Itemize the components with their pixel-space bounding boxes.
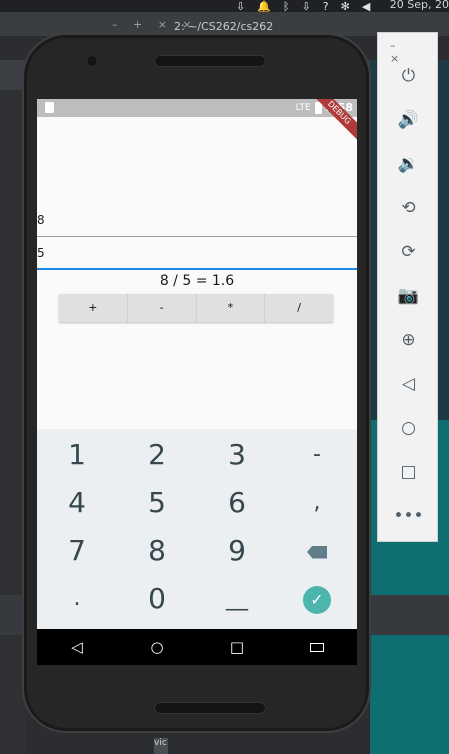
ide-title-path: 2: ~/CS262/cs262: [174, 20, 274, 33]
first-number-field[interactable]: 8: [37, 211, 357, 237]
key-period[interactable]: .: [37, 575, 117, 623]
volume-icon[interactable]: ◀: [362, 0, 370, 13]
front-camera: [86, 55, 98, 67]
multiply-button[interactable]: *: [197, 294, 266, 322]
nav-recent-icon[interactable]: □: [197, 629, 277, 665]
key-1[interactable]: 1: [37, 431, 117, 479]
key-5[interactable]: 5: [117, 479, 197, 527]
key-done[interactable]: ✓: [277, 575, 357, 623]
help-icon[interactable]: ?: [323, 0, 329, 13]
subtract-button[interactable]: -: [128, 294, 197, 322]
result-text: 8 / 5 = 1.6: [159, 273, 235, 289]
key-space[interactable]: __: [197, 575, 277, 623]
key-3[interactable]: 3: [197, 431, 277, 479]
second-number-value: 5: [37, 246, 45, 260]
nav-back-icon[interactable]: ◁: [37, 629, 117, 665]
android-navigation-bar: ◁ ○ □: [37, 629, 357, 665]
backspace-icon: [307, 545, 327, 559]
phone-screen: LTE 3:58 DEBUG 8 5 8 / 5 = 1.6 + - * / 1…: [37, 99, 357, 665]
rotate-right-icon[interactable]: ⟳: [378, 237, 439, 267]
keyboard-row-2: 4 5 6 ,: [37, 479, 357, 527]
gear-icon[interactable]: ✻: [341, 0, 350, 13]
bell-icon[interactable]: 🔔: [257, 0, 271, 13]
desktop-top-bar: ⇩ 🔔 ᛒ ⇩ ? ✻ ◀ 20 Sep, 20: [0, 0, 449, 13]
rotate-left-icon[interactable]: ⟲: [378, 193, 439, 223]
home-icon[interactable]: ○: [378, 413, 439, 443]
operator-button-bar: + - * /: [59, 294, 333, 322]
volume-down-icon[interactable]: 🔉: [378, 149, 439, 179]
first-number-value: 8: [37, 213, 45, 227]
key-2[interactable]: 2: [117, 431, 197, 479]
second-number-field[interactable]: 5: [37, 243, 357, 270]
key-minus[interactable]: -: [277, 431, 357, 479]
checkmark-icon: ✓: [303, 586, 331, 614]
overview-icon[interactable]: □: [378, 457, 439, 487]
numeric-keyboard: 1 2 3 - 4 5 6 , 7 8 9 . 0 __ ✓: [37, 429, 357, 629]
key-9[interactable]: 9: [197, 527, 277, 575]
key-comma[interactable]: ,: [277, 479, 357, 527]
tray-icons: ⇩ 🔔 ᛒ ⇩ ? ✻ ◀: [236, 0, 370, 13]
top-speaker: [154, 55, 266, 67]
download-icon[interactable]: ⇩: [302, 0, 311, 13]
more-icon[interactable]: •••: [378, 501, 439, 531]
sd-card-icon: [45, 102, 54, 113]
back-icon[interactable]: ◁: [378, 369, 439, 399]
key-backspace[interactable]: [277, 527, 357, 575]
keyboard-row-1: 1 2 3 -: [37, 431, 357, 479]
volume-up-icon[interactable]: 🔊: [378, 105, 439, 135]
key-0[interactable]: 0: [117, 575, 197, 623]
signal-icon: LTE: [295, 102, 311, 113]
divide-button[interactable]: /: [265, 294, 333, 322]
keyboard-row-4: . 0 __ ✓: [37, 575, 357, 623]
key-8[interactable]: 8: [117, 527, 197, 575]
android-status-bar: LTE 3:58: [37, 99, 357, 117]
keyboard-switch-icon[interactable]: [277, 629, 357, 665]
zoom-icon[interactable]: ⊕: [378, 325, 439, 355]
add-button[interactable]: +: [59, 294, 128, 322]
nav-home-icon[interactable]: ○: [117, 629, 197, 665]
download-icon[interactable]: ⇩: [236, 0, 245, 13]
ide-vertical-tab[interactable]: vic: [154, 738, 168, 754]
camera-icon[interactable]: 📷: [378, 281, 439, 311]
key-4[interactable]: 4: [37, 479, 117, 527]
key-7[interactable]: 7: [37, 527, 117, 575]
power-icon[interactable]: ⏻: [378, 61, 439, 91]
keyboard-row-3: 7 8 9: [37, 527, 357, 575]
key-6[interactable]: 6: [197, 479, 277, 527]
desktop-clock: 20 Sep, 20: [389, 0, 449, 11]
bottom-speaker: [154, 702, 266, 714]
bluetooth-icon[interactable]: ᛒ: [283, 0, 290, 13]
emulator-controls-panel: – × ⏻ 🔊 🔉 ⟲ ⟳ 📷 ⊕ ◁ ○ □ •••: [377, 32, 438, 542]
